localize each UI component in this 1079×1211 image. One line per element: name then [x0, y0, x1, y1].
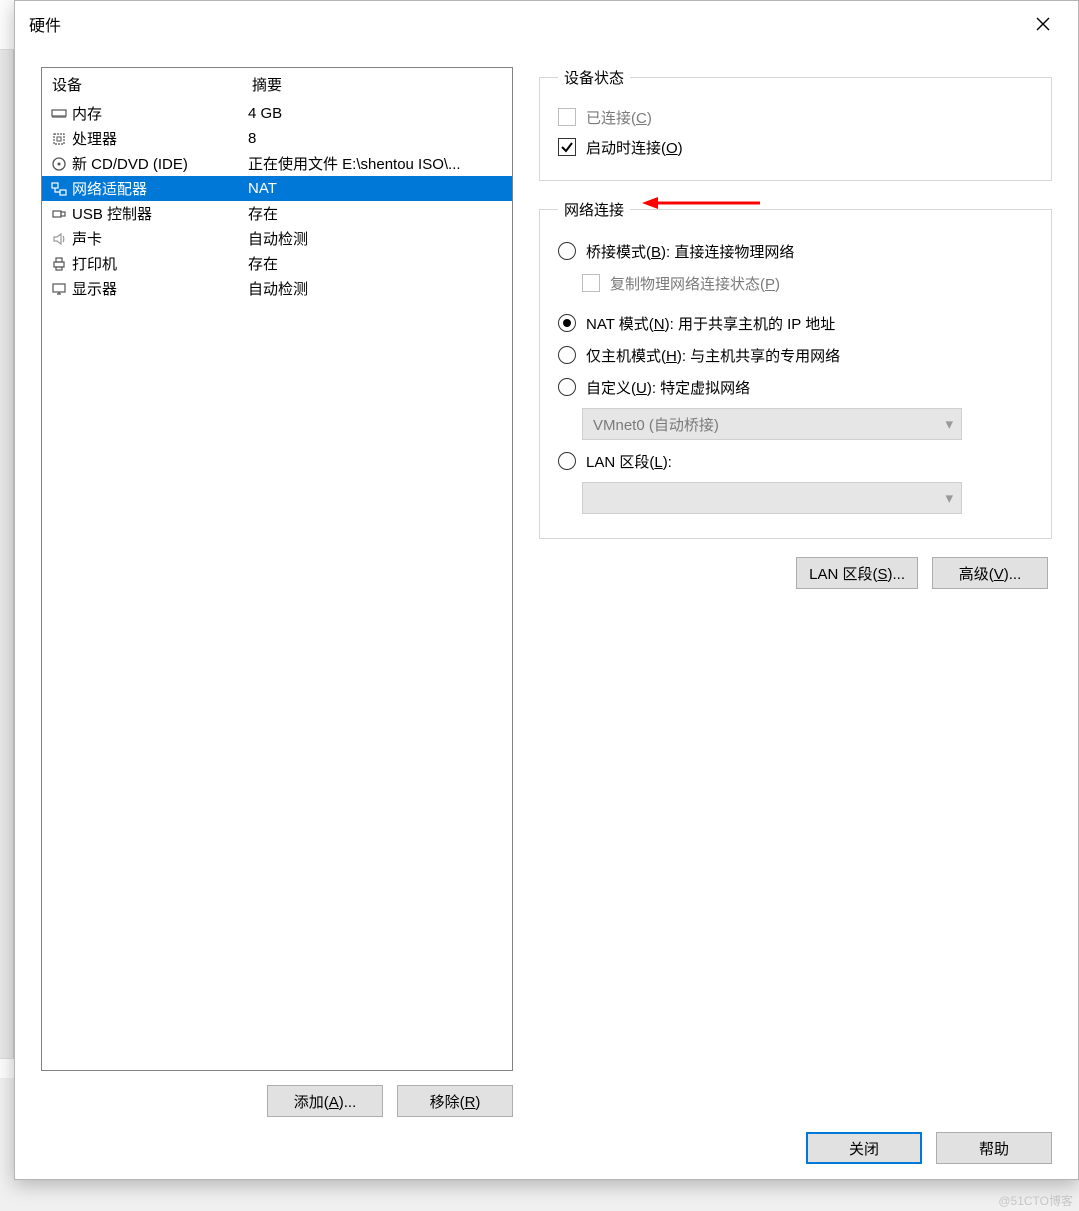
device-row[interactable]: 打印机存在: [42, 251, 512, 276]
device-summary: 存在: [248, 203, 506, 224]
column-device: 设备: [52, 74, 252, 95]
device-name: 处理器: [70, 128, 248, 149]
nat-label: NAT 模式(N): 用于共享主机的 IP 地址: [586, 313, 835, 334]
close-icon: [1036, 17, 1050, 31]
nat-radio-row[interactable]: NAT 模式(N): 用于共享主机的 IP 地址: [558, 308, 1033, 338]
custom-radio[interactable]: [558, 378, 576, 396]
printer-icon: [48, 256, 70, 272]
device-name: 显示器: [70, 278, 248, 299]
device-summary: 正在使用文件 E:\shentou ISO\...: [248, 153, 506, 174]
device-row[interactable]: 网络适配器NAT: [42, 176, 512, 201]
device-list-header: 设备 摘要: [42, 68, 512, 101]
nat-radio[interactable]: [558, 314, 576, 332]
vmnet-value: VMnet0 (自动桥接): [593, 414, 719, 435]
replicate-label: 复制物理网络连接状态(P): [610, 273, 780, 294]
device-name: USB 控制器: [70, 203, 248, 224]
watermark: @51CTO博客: [998, 1192, 1073, 1209]
device-name: 声卡: [70, 228, 248, 249]
connect-boot-checkbox-row[interactable]: 启动时连接(O): [558, 132, 1033, 162]
device-state-legend: 设备状态: [558, 67, 630, 88]
device-summary: 自动检测: [248, 278, 506, 299]
connected-label: 已连接(C): [586, 107, 652, 128]
hardware-dialog: 硬件 设备 摘要 内存4 GB处理器8新 CD/DVD (IDE)正在使用文件 …: [14, 0, 1079, 1180]
chevron-down-icon: ▾: [945, 489, 953, 507]
add-button[interactable]: 添加(A)...: [267, 1085, 383, 1117]
dialog-title: 硬件: [29, 12, 1022, 36]
memory-icon: [48, 106, 70, 122]
replicate-checkbox: [582, 274, 600, 292]
device-name: 网络适配器: [70, 178, 248, 199]
close-button[interactable]: [1022, 9, 1064, 39]
device-summary: 存在: [248, 253, 506, 274]
cpu-icon: [48, 131, 70, 147]
bridged-label: 桥接模式(B): 直接连接物理网络: [586, 241, 794, 262]
advanced-button[interactable]: 高级(V)...: [932, 557, 1048, 589]
network-connection-legend: 网络连接: [558, 199, 630, 220]
replicate-checkbox-row: 复制物理网络连接状态(P): [558, 268, 1033, 298]
device-name: 打印机: [70, 253, 248, 274]
usb-icon: [48, 206, 70, 222]
lanseg-radio-row[interactable]: LAN 区段(L):: [558, 446, 1033, 476]
device-summary: 8: [248, 130, 506, 147]
disc-icon: [48, 156, 70, 172]
vmnet-combo: VMnet0 (自动桥接) ▾: [582, 408, 962, 440]
custom-radio-row[interactable]: 自定义(U): 特定虚拟网络: [558, 372, 1033, 402]
help-button[interactable]: 帮助: [936, 1132, 1052, 1164]
device-name: 新 CD/DVD (IDE): [70, 153, 248, 174]
hostonly-radio-row[interactable]: 仅主机模式(H): 与主机共享的专用网络: [558, 340, 1033, 370]
device-summary: NAT: [248, 180, 506, 197]
connected-checkbox-row[interactable]: 已连接(C): [558, 102, 1033, 132]
remove-button[interactable]: 移除(R): [397, 1085, 513, 1117]
custom-label: 自定义(U): 特定虚拟网络: [586, 377, 750, 398]
device-summary: 自动检测: [248, 228, 506, 249]
connected-checkbox[interactable]: [558, 108, 576, 126]
close-dialog-button[interactable]: 关闭: [806, 1132, 922, 1164]
lanseg-radio[interactable]: [558, 452, 576, 470]
device-list[interactable]: 设备 摘要 内存4 GB处理器8新 CD/DVD (IDE)正在使用文件 E:\…: [41, 67, 513, 1071]
device-row[interactable]: 显示器自动检测: [42, 276, 512, 301]
network-connection-group: 网络连接 桥接模式(B): 直接连接物理网络 复制物理网络连接状态(P) NAT…: [539, 199, 1052, 539]
display-icon: [48, 281, 70, 297]
titlebar: 硬件: [15, 1, 1078, 47]
device-row[interactable]: 新 CD/DVD (IDE)正在使用文件 E:\shentou ISO\...: [42, 151, 512, 176]
hostonly-radio[interactable]: [558, 346, 576, 364]
lan-segments-button[interactable]: LAN 区段(S)...: [796, 557, 918, 589]
bridged-radio-row[interactable]: 桥接模式(B): 直接连接物理网络: [558, 236, 1033, 266]
lanseg-combo: ▾: [582, 482, 962, 514]
bridged-radio[interactable]: [558, 242, 576, 260]
connect-boot-label: 启动时连接(O): [586, 137, 683, 158]
device-name: 内存: [70, 103, 248, 124]
column-summary: 摘要: [252, 74, 282, 95]
dialog-footer: 关闭 帮助: [15, 1117, 1078, 1179]
network-icon: [48, 181, 70, 197]
hostonly-label: 仅主机模式(H): 与主机共享的专用网络: [586, 345, 840, 366]
device-row[interactable]: USB 控制器存在: [42, 201, 512, 226]
device-row[interactable]: 内存4 GB: [42, 101, 512, 126]
device-row[interactable]: 处理器8: [42, 126, 512, 151]
chevron-down-icon: ▾: [945, 415, 953, 433]
device-row[interactable]: 声卡自动检测: [42, 226, 512, 251]
lanseg-label: LAN 区段(L):: [586, 451, 672, 472]
device-summary: 4 GB: [248, 105, 506, 122]
connect-boot-checkbox[interactable]: [558, 138, 576, 156]
sound-icon: [48, 231, 70, 247]
device-state-group: 设备状态 已连接(C) 启动时连接(O): [539, 67, 1052, 181]
